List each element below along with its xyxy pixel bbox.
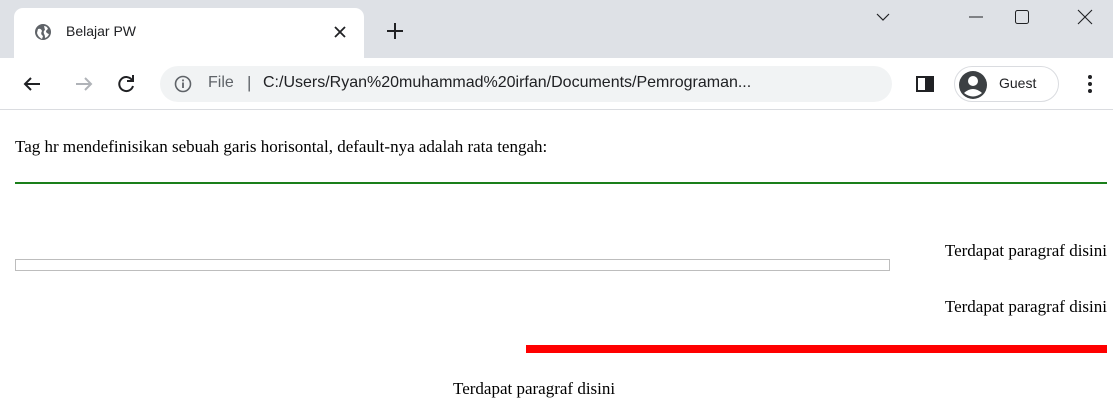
maximize-button[interactable] [999,0,1045,34]
close-icon [1077,9,1093,25]
more-vert-icon[interactable] [1080,72,1100,96]
url-text[interactable]: C:/Users/Ryan%20muhammad%20irfan/Documen… [263,74,751,92]
globe-icon [35,24,51,40]
info-icon[interactable] [174,75,192,93]
back-arrow-icon[interactable] [20,72,44,96]
forward-arrow-icon[interactable] [72,72,96,96]
new-tab-icon[interactable] [384,20,406,42]
close-window-button[interactable] [1062,0,1108,34]
horizontal-rule-green [15,182,1107,184]
tab-title: Belajar PW [66,23,137,39]
minimize-button[interactable] [953,0,999,34]
paragraph: Terdapat paragraf disini [944,297,1107,316]
close-tab-icon[interactable] [330,22,350,42]
minimize-icon [969,16,983,18]
active-tab[interactable]: Belajar PW [14,8,364,58]
tab-search-button[interactable] [860,0,906,34]
account-icon [959,71,987,99]
page-content: Tag hr mendefinisikan sebuah garis horis… [0,111,1113,402]
browser-toolbar: File | C:/Users/Ryan%20muhammad%20irfan/… [0,58,1113,110]
paragraph: Terdapat paragraf disini [944,241,1107,260]
address-bar[interactable]: File | C:/Users/Ryan%20muhammad%20irfan/… [160,66,892,102]
chevron-down-icon [876,13,890,21]
profile-button[interactable]: Guest [954,66,1059,102]
horizontal-rule-outlined [15,259,890,271]
reload-icon[interactable] [114,72,138,96]
maximize-icon [1015,10,1029,24]
url-separator: | [247,73,252,92]
side-panel-icon[interactable] [914,73,936,95]
intro-text: Tag hr mendefinisikan sebuah garis horis… [15,137,548,156]
scheme-label: File [208,74,234,91]
tab-strip: Belajar PW [0,0,1113,58]
profile-label: Guest [999,75,1037,91]
paragraph: Terdapat paragraf disini [453,379,616,398]
horizontal-rule-red [526,345,1107,353]
